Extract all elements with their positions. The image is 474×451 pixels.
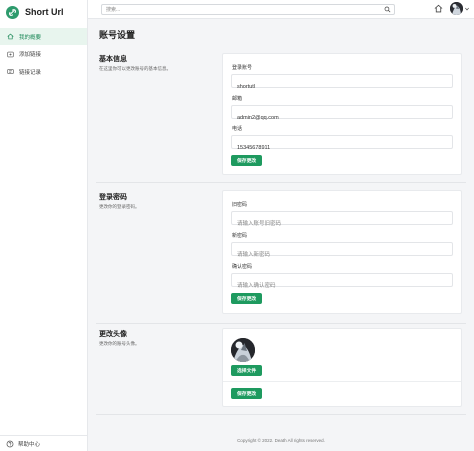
new-password-field: [231, 242, 453, 261]
account-field: [231, 74, 453, 93]
account-input[interactable]: [232, 81, 452, 93]
password-card: 旧密码 新密码 确认密码 保存更改: [222, 190, 462, 314]
logo-icon: [6, 5, 19, 19]
old-password-label: 旧密码: [232, 202, 248, 208]
home-icon[interactable]: [434, 4, 443, 13]
avatar-preview: [231, 338, 255, 362]
phone-field: [231, 135, 453, 154]
account-label: 登录账号: [232, 65, 253, 71]
brand[interactable]: Short Url: [0, 1, 87, 23]
brand-name: Short Url: [25, 7, 64, 17]
save-basic-button[interactable]: 保存更改: [231, 155, 263, 166]
add-link-icon: [6, 50, 14, 58]
confirm-password-input[interactable]: [232, 280, 452, 292]
section-title-password: 登录密码: [99, 194, 127, 201]
divider: [96, 182, 466, 183]
save-password-button[interactable]: 保存更改: [231, 293, 263, 304]
choose-file-button[interactable]: 选择文件: [231, 365, 263, 376]
confirm-password-label: 确认密码: [232, 264, 253, 270]
email-field: [231, 105, 453, 124]
copyright: Copyright © 2022. Death All rights reser…: [237, 438, 325, 443]
email-label: 邮箱: [232, 96, 243, 102]
section-title-basic: 基本信息: [99, 56, 127, 63]
new-password-label: 新密码: [232, 233, 248, 239]
home-icon: [6, 33, 14, 41]
sidebar-item-records[interactable]: 链接记录: [0, 63, 87, 80]
basic-info-card: 登录账号 邮箱 电话 保存更改: [222, 53, 462, 175]
help-center-label: 帮助中心: [18, 441, 41, 448]
confirm-password-field: [231, 273, 453, 292]
user-avatar[interactable]: [450, 2, 463, 15]
section-title-avatar: 更改头像: [99, 331, 127, 338]
section-desc-password: 更改你的登录密码。: [99, 204, 140, 209]
sidebar-item-add-link[interactable]: 添加链接: [0, 46, 87, 63]
sidebar-item-overview[interactable]: 我的概要: [0, 28, 87, 45]
sidebar-item-label: 添加链接: [19, 52, 42, 58]
help-icon: [6, 440, 14, 448]
search-icon[interactable]: [384, 6, 391, 13]
card-separator: [223, 381, 461, 382]
phone-input[interactable]: [232, 142, 452, 154]
sidebar: Short Url 我的概要 添加链接 链接记录 帮助中心: [0, 0, 88, 451]
topbar: [88, 0, 474, 19]
record-icon: [6, 68, 14, 76]
sidebar-item-label: 链接记录: [19, 69, 42, 76]
new-password-input[interactable]: [232, 249, 452, 261]
divider: [96, 323, 466, 324]
chevron-down-icon[interactable]: [465, 7, 469, 11]
phone-label: 电话: [232, 126, 243, 132]
sidebar-item-label: 我的概要: [19, 34, 42, 41]
avatar-card: 选择文件 保存更改: [222, 328, 462, 407]
old-password-input[interactable]: [232, 218, 452, 230]
page-title: 账号设置: [99, 30, 136, 40]
help-center[interactable]: 帮助中心: [0, 435, 88, 451]
search-input[interactable]: [106, 5, 376, 14]
main-content: 账号设置 基本信息 在这里你可以更改账号的基本信息。 登录账号 邮箱 电话 保存…: [88, 19, 474, 451]
save-avatar-button[interactable]: 保存更改: [231, 388, 263, 399]
section-desc-avatar: 更改你的账号头像。: [99, 341, 140, 346]
section-desc-basic: 在这里你可以更改账号的基本信息。: [99, 66, 171, 71]
sidebar-nav: 我的概要 添加链接 链接记录: [0, 28, 87, 80]
email-input[interactable]: [232, 112, 452, 124]
search-box: [101, 4, 395, 15]
divider: [96, 414, 466, 415]
old-password-field: [231, 211, 453, 230]
